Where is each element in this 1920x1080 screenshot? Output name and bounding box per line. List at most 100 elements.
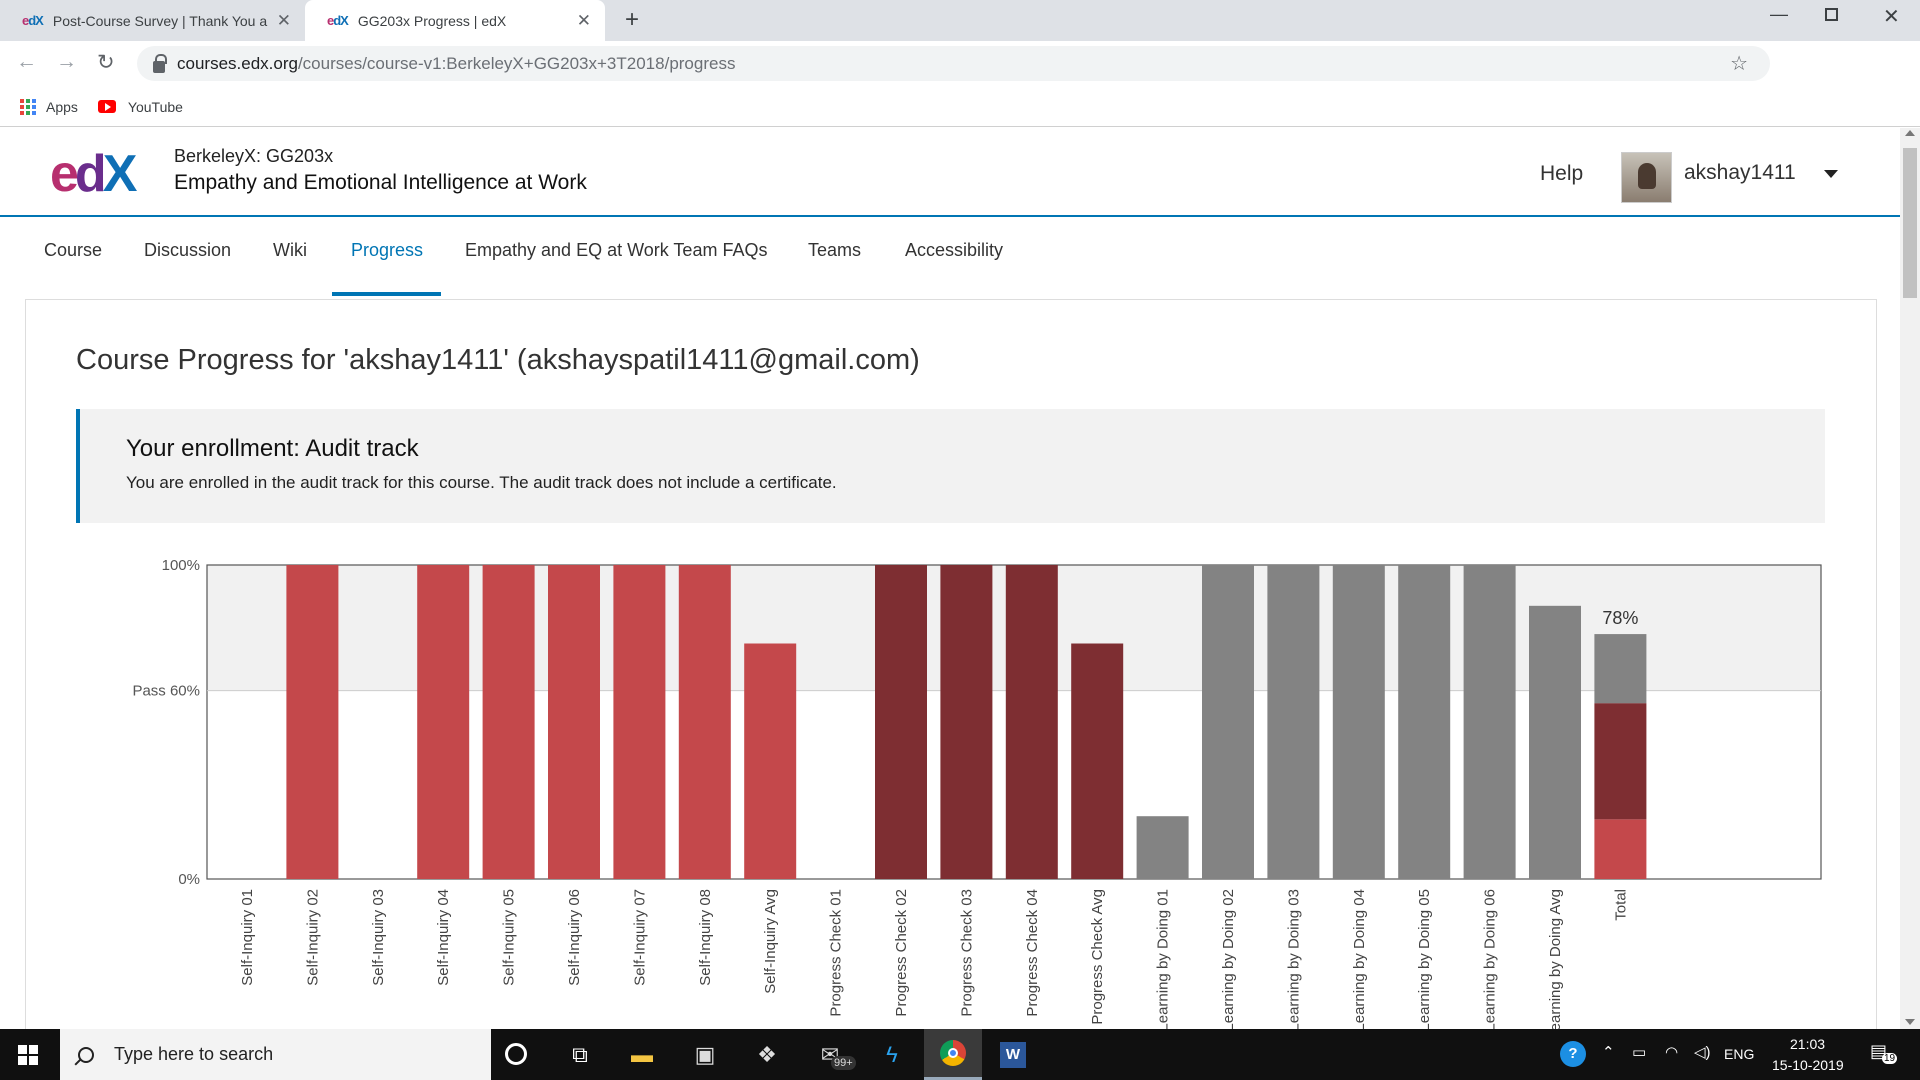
bookmark-star-icon[interactable]: ☆ (1730, 51, 1748, 76)
clock-date[interactable]: 15-10-2019 (1772, 1057, 1844, 1073)
word-icon[interactable]: W (1000, 1042, 1026, 1068)
browser-tab-progress[interactable]: edX GG203x Progress | edX ✕ (305, 0, 605, 41)
url-host: courses.edx.org (177, 53, 298, 73)
tab-title: GG203x Progress | edX (357, 12, 507, 29)
wifi-icon[interactable]: ◠ (1665, 1043, 1678, 1061)
bookmark-apps[interactable]: Apps (20, 98, 78, 115)
grade-chart: 100% Pass 60% 0% Self-Inquiry 01 Self-Inquir… (132, 557, 1822, 1029)
total-bar-segment-self (1594, 819, 1647, 879)
address-bar[interactable]: courses.edx.org/courses/course-v1:Berkel… (137, 46, 1770, 81)
scroll-down-icon[interactable] (1905, 1019, 1915, 1025)
cortana-icon[interactable] (505, 1043, 527, 1065)
bar-learning-by-doing-04 (1332, 565, 1385, 879)
store-icon[interactable]: ▣ (690, 1040, 720, 1070)
x-tick-label: Progress Check Avg (1089, 889, 1106, 1025)
bar-progress-check-04 (1005, 565, 1058, 879)
bar-self-inquiry-07 (613, 565, 666, 879)
bar-learning-by-doing-avg (1529, 605, 1581, 879)
bar-progress-check-02 (875, 565, 927, 879)
app-icon[interactable]: ϟ (877, 1040, 907, 1070)
x-tick-label: Self-Inquiry 03 (370, 889, 387, 986)
bookmark-label: YouTube (127, 98, 183, 115)
x-tick-label: Self-Inquiry 06 (566, 889, 583, 986)
bar-self-inquiry-06 (548, 565, 600, 879)
x-tick-label: Progress Check 03 (958, 889, 975, 1017)
mail-badge: 99+ (831, 1056, 856, 1070)
minimize-icon[interactable]: — (1770, 4, 1788, 25)
search-placeholder: Type here to search (114, 1044, 274, 1064)
x-tick-label: Self-Inquiry 05 (501, 889, 518, 986)
bar-self-inquiry-05 (482, 565, 535, 879)
x-tick-label: Learning by Doing 01 (1155, 889, 1172, 1029)
volume-icon[interactable]: ◁) (1694, 1043, 1711, 1061)
edx-favicon-icon: edX (22, 13, 44, 28)
x-tick-label: Self-Inquiry 07 (631, 889, 648, 986)
bar-learning-by-doing-06 (1463, 565, 1516, 879)
x-tick-label: Learning by Doing Avg (1547, 889, 1564, 1029)
x-tick-label: Self-Inquiry 04 (435, 889, 452, 986)
bar-learning-by-doing-05 (1398, 565, 1451, 879)
help-tray-icon[interactable]: ? (1560, 1041, 1586, 1067)
bar-progress-check-03 (940, 565, 993, 879)
search-icon (78, 1046, 94, 1063)
windows-taskbar: Type here to search ⧉ ▬ ▣ ❖ ✉ 99+ ϟ W ? ⌃… (0, 1029, 1920, 1080)
edx-page: edX BerkeleyX: GG203x Empathy and Emotio… (0, 128, 1900, 1029)
youtube-icon (97, 100, 116, 113)
close-window-icon[interactable]: ✕ (1883, 4, 1900, 29)
scroll-up-icon[interactable] (1905, 130, 1915, 136)
tray-expand-icon[interactable]: ⌃ (1602, 1043, 1615, 1061)
taskbar-search-input[interactable]: Type here to search (60, 1029, 491, 1080)
x-tick-label: Self-Inquiry 02 (304, 889, 321, 986)
new-tab-icon[interactable]: + (625, 6, 639, 34)
notifications-icon[interactable]: ▤ 19 (1870, 1041, 1898, 1064)
total-bar-segment-check (1594, 703, 1647, 820)
close-tab-icon[interactable]: ✕ (277, 11, 291, 31)
x-tick-label: Progress Check 04 (1024, 889, 1041, 1017)
clock-time[interactable]: 21:03 (1790, 1036, 1825, 1052)
forward-icon[interactable]: → (56, 50, 77, 74)
chrome-taskbar-button[interactable] (924, 1029, 982, 1080)
back-icon[interactable]: ← (16, 50, 37, 74)
x-tick-label: Learning by Doing 04 (1351, 889, 1368, 1029)
x-tick-label: Self-Inquiry 01 (239, 889, 256, 986)
bar-self-inquiry-avg (744, 643, 797, 879)
bar-learning-by-doing-01 (1136, 816, 1189, 879)
scroll-thumb[interactable] (1903, 148, 1917, 298)
battery-icon[interactable]: ▭ (1632, 1043, 1646, 1061)
total-bar-segment-doing (1594, 634, 1647, 704)
maximize-icon[interactable] (1825, 8, 1838, 21)
bar-learning-by-doing-03 (1267, 565, 1320, 879)
browser-tab-survey[interactable]: edX Post-Course Survey | Thank You a ✕ (0, 0, 305, 41)
chrome-icon (940, 1040, 966, 1066)
task-view-icon[interactable]: ⧉ (565, 1040, 595, 1070)
windows-start-icon[interactable] (18, 1045, 38, 1065)
dropbox-icon[interactable]: ❖ (752, 1040, 782, 1070)
mail-icon[interactable]: ✉ 99+ (815, 1040, 856, 1070)
close-tab-icon[interactable]: ✕ (577, 11, 591, 31)
x-tick-label: Learning by Doing 05 (1416, 889, 1433, 1029)
total-data-label: 78% (1602, 608, 1638, 628)
x-tick-label: Learning by Doing 03 (1285, 889, 1302, 1029)
bar-progress-check-avg (1071, 643, 1124, 879)
y-tick-label: 0% (178, 871, 200, 888)
x-tick-label: Self-Inquiry 08 (697, 889, 714, 986)
reload-icon[interactable]: ↻ (97, 50, 115, 75)
url-path: /courses/course-v1:BerkeleyX+GG203x+3T20… (297, 53, 736, 73)
file-explorer-icon[interactable]: ▬ (627, 1040, 657, 1070)
apps-grid-icon (20, 98, 36, 115)
language-indicator[interactable]: ENG (1724, 1046, 1754, 1062)
x-tick-label: Learning by Doing 06 (1482, 889, 1499, 1029)
browser-toolbar: ← → ↻ courses.edx.org/courses/course-v1:… (0, 41, 1920, 118)
bar-learning-by-doing-02 (1202, 565, 1254, 879)
bar-self-inquiry-02 (286, 565, 339, 879)
bookmark-youtube[interactable]: YouTube (97, 98, 183, 115)
x-tick-label: Progress Check 02 (893, 889, 910, 1017)
edx-favicon-icon: edX (327, 13, 349, 28)
bar-self-inquiry-04 (417, 565, 470, 879)
x-tick-label: Progress Check 01 (828, 889, 845, 1017)
y-tick-label: Pass 60% (132, 683, 200, 700)
browser-tab-strip: edX Post-Course Survey | Thank You a ✕ e… (0, 0, 1920, 41)
notifications-badge: 19 (1882, 1053, 1898, 1064)
y-tick-label: 100% (162, 557, 200, 574)
page-scrollbar[interactable] (1900, 128, 1920, 1029)
